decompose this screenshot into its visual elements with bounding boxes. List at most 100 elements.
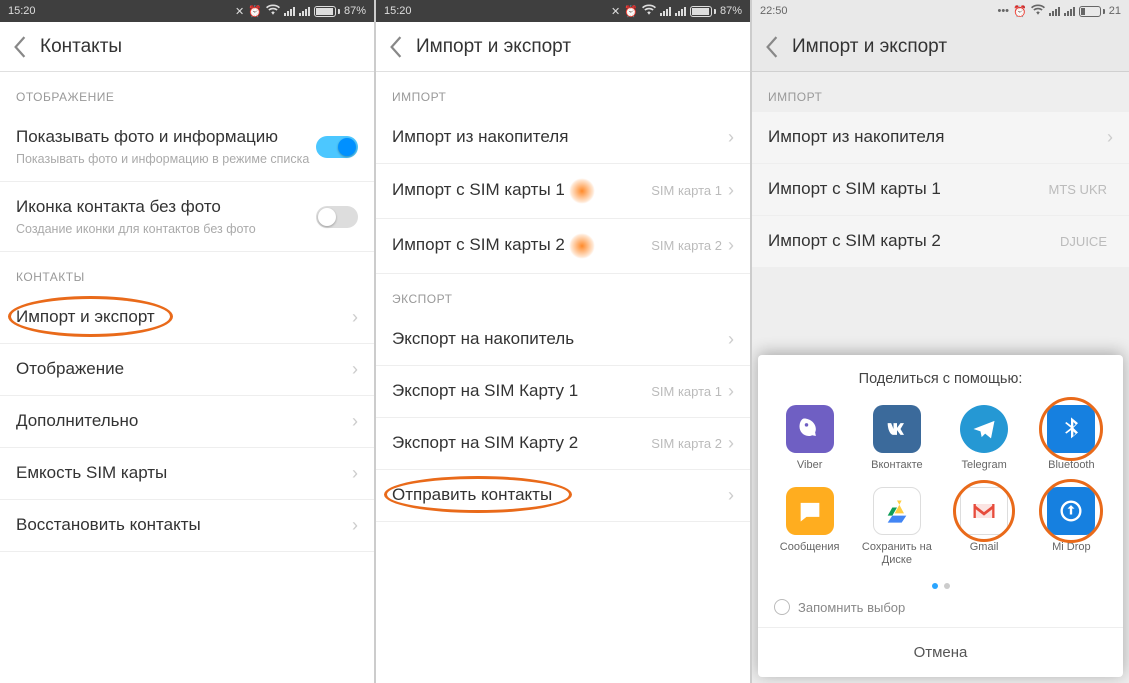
- alarm-icon: ⏰: [1013, 5, 1027, 18]
- row-import-sim1[interactable]: Импорт с SIM карты 1 MTS UKR: [752, 164, 1129, 216]
- signal-1-icon: [1049, 6, 1060, 16]
- screen-contacts: 15:20 ✕ ⏰ 87% Контакты ОТОБРАЖЕНИЕ: [0, 0, 376, 683]
- row-sub: Создание иконки для контактов без фото: [16, 221, 316, 237]
- midrop-icon: [1047, 487, 1095, 535]
- section-export: ЭКСПОРТ: [376, 274, 750, 314]
- row-export-storage[interactable]: Экспорт на накопитель ›: [376, 314, 750, 366]
- signal-2-icon: [1064, 6, 1075, 16]
- dnd-icon: ✕: [235, 5, 244, 18]
- battery-text: 21: [1109, 5, 1121, 17]
- messages-icon: [786, 487, 834, 535]
- row-export-sim1[interactable]: Экспорт на SIM Карту 1 SIM карта 1 ›: [376, 366, 750, 418]
- highlight-dot-icon: [569, 233, 595, 259]
- signal-1-icon: [660, 6, 671, 16]
- more-icon: •••: [997, 5, 1009, 17]
- app-label: Viber: [797, 459, 822, 472]
- cancel-button[interactable]: Отмена: [758, 627, 1123, 677]
- wifi-icon: [1031, 4, 1045, 18]
- toggle-show-photo[interactable]: [316, 136, 358, 158]
- chevron-right-icon: ›: [352, 307, 358, 328]
- vk-icon: [873, 405, 921, 453]
- row-send-contacts[interactable]: Отправить контакты ›: [376, 470, 750, 522]
- chevron-right-icon: ›: [728, 127, 734, 148]
- row-label: Импорт и экспорт: [16, 306, 155, 329]
- app-vk[interactable]: Вконтакте: [855, 405, 938, 472]
- app-viber[interactable]: Viber: [768, 405, 851, 472]
- clock: 15:20: [8, 5, 36, 17]
- app-drive[interactable]: Сохранить на Диске: [855, 487, 938, 567]
- row-value: SIM карта 2: [651, 238, 722, 253]
- battery-icon: [1079, 6, 1105, 17]
- row-label: Импорт из накопителя: [392, 126, 568, 149]
- row-label: Импорт с SIM карты 2: [392, 234, 565, 257]
- chevron-right-icon: ›: [728, 485, 734, 506]
- row-export-sim2[interactable]: Экспорт на SIM Карту 2 SIM карта 2 ›: [376, 418, 750, 470]
- wifi-icon: [642, 4, 656, 18]
- gmail-icon: [960, 487, 1008, 535]
- status-bar: 22:50 ••• ⏰ 21: [752, 0, 1129, 22]
- app-label: Gmail: [970, 541, 999, 554]
- alarm-icon: ⏰: [248, 5, 262, 18]
- row-sub: Показывать фото и информацию в режиме сп…: [16, 151, 316, 167]
- clock: 15:20: [384, 5, 412, 17]
- viber-icon: [786, 405, 834, 453]
- share-grid: Viber Вконтакте Telegram: [758, 397, 1123, 575]
- app-label: Вконтакте: [871, 459, 922, 472]
- app-gmail[interactable]: Gmail: [943, 487, 1026, 567]
- row-import-sim2[interactable]: Импорт с SIM карты 2 SIM карта 2 ›: [376, 219, 750, 274]
- share-sheet: Поделиться с помощью: Viber Вконтакте: [758, 355, 1123, 677]
- app-bluetooth[interactable]: Bluetooth: [1030, 405, 1113, 472]
- row-import-sim1[interactable]: Импорт с SIM карты 1 SIM карта 1 ›: [376, 164, 750, 219]
- chevron-right-icon: ›: [352, 411, 358, 432]
- row-label: Емкость SIM карты: [16, 462, 167, 485]
- signal-2-icon: [675, 6, 686, 16]
- row-label: Импорт с SIM карты 1: [392, 179, 565, 202]
- clock: 22:50: [760, 5, 788, 17]
- row-title: Показывать фото и информацию: [16, 126, 316, 149]
- radio-icon: [774, 599, 790, 615]
- back-button[interactable]: [760, 35, 784, 59]
- row-sim-capacity[interactable]: Емкость SIM карты ›: [0, 448, 374, 500]
- row-display[interactable]: Отображение ›: [0, 344, 374, 396]
- battery-icon: [314, 6, 340, 17]
- wifi-icon: [266, 4, 280, 18]
- section-import: ИМПОРТ: [376, 72, 750, 112]
- pager-dot-2: [944, 583, 950, 589]
- back-button[interactable]: [384, 35, 408, 59]
- signal-1-icon: [284, 6, 295, 16]
- app-messages[interactable]: Сообщения: [768, 487, 851, 567]
- row-import-storage[interactable]: Импорт из накопителя ›: [376, 112, 750, 164]
- chevron-right-icon: ›: [352, 515, 358, 536]
- app-midrop[interactable]: Mi Drop: [1030, 487, 1113, 567]
- row-show-photo[interactable]: Показывать фото и информацию Показывать …: [0, 112, 374, 182]
- toggle-icon-no-photo[interactable]: [316, 206, 358, 228]
- back-button[interactable]: [8, 35, 32, 59]
- screen-share: 22:50 ••• ⏰ 21 Импорт и экспорт ИМПО: [752, 0, 1129, 683]
- section-contacts: КОНТАКТЫ: [0, 252, 374, 292]
- row-label: Импорт из накопителя: [768, 126, 944, 149]
- chevron-right-icon: ›: [1107, 127, 1113, 148]
- section-import: ИМПОРТ: [752, 72, 1129, 112]
- row-import-storage[interactable]: Импорт из накопителя ›: [752, 112, 1129, 164]
- app-label: Telegram: [962, 459, 1007, 472]
- battery-icon: [690, 6, 716, 17]
- row-restore[interactable]: Восстановить контакты ›: [0, 500, 374, 552]
- pager-dot-1: [932, 583, 938, 589]
- app-telegram[interactable]: Telegram: [943, 405, 1026, 472]
- pager: [758, 575, 1123, 593]
- status-bar: 15:20 ✕ ⏰ 87%: [376, 0, 750, 22]
- row-import-export[interactable]: Импорт и экспорт ›: [0, 292, 374, 344]
- chevron-right-icon: ›: [728, 180, 734, 201]
- row-title: Иконка контакта без фото: [16, 196, 316, 219]
- telegram-icon: [960, 405, 1008, 453]
- row-advanced[interactable]: Дополнительно ›: [0, 396, 374, 448]
- chevron-right-icon: ›: [728, 235, 734, 256]
- row-icon-no-photo[interactable]: Иконка контакта без фото Создание иконки…: [0, 182, 374, 252]
- row-label: Отображение: [16, 358, 124, 381]
- remember-choice[interactable]: Запомнить выбор: [758, 593, 1123, 627]
- row-import-sim2[interactable]: Импорт с SIM карты 2 DJUICE: [752, 216, 1129, 268]
- app-label: Сообщения: [780, 541, 840, 554]
- row-label: Импорт с SIM карты 1: [768, 178, 941, 201]
- page-header: Контакты: [0, 22, 374, 72]
- status-bar: 15:20 ✕ ⏰ 87%: [0, 0, 374, 22]
